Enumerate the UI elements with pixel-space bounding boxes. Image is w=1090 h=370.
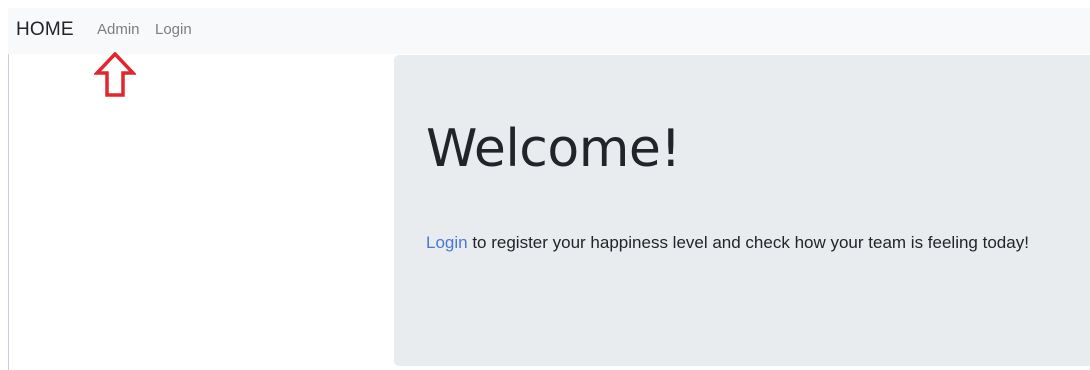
page: HOME Admin Login Welcome! Login to regis… [0, 0, 1090, 370]
lead-paragraph: Login to register your happiness level a… [426, 233, 1029, 253]
nav-link-admin[interactable]: Admin [97, 21, 140, 38]
navbar: HOME Admin Login [8, 8, 1090, 54]
up-arrow-icon [94, 52, 136, 97]
lead-text: to register your happiness level and che… [467, 233, 1029, 252]
home-brand-link[interactable]: HOME [16, 19, 74, 41]
welcome-heading: Welcome! [426, 119, 681, 179]
welcome-jumbotron: Welcome! Login to register your happines… [394, 55, 1090, 366]
nav-link-login[interactable]: Login [155, 21, 192, 38]
lead-login-link[interactable]: Login [426, 233, 468, 252]
left-border-line [8, 54, 9, 370]
